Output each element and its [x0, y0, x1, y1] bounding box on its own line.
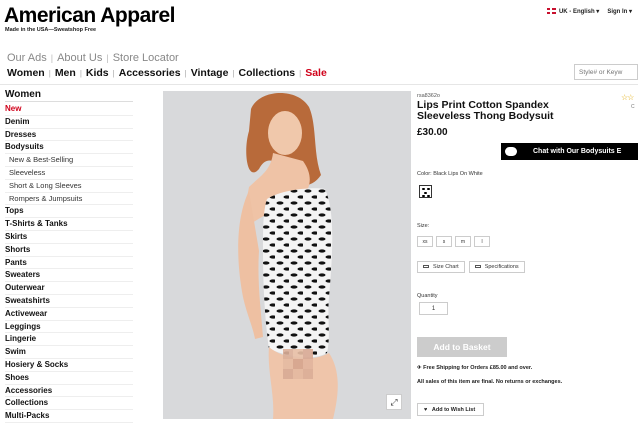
sidebar-item-skirts[interactable]: Skirts	[5, 231, 133, 244]
sidebar-item-short-long-sleeves[interactable]: Short & Long Sleeves	[5, 180, 133, 193]
ruler-icon	[423, 265, 429, 269]
size-label: Size:	[417, 223, 430, 229]
expand-image-icon[interactable]: ⤢	[386, 394, 402, 410]
sidebar-item-sleeveless[interactable]: Sleeveless	[5, 167, 133, 180]
nav-divider: |	[106, 53, 109, 63]
shipping-note: ✈ Free Shipping for Orders £85.00 and ov…	[417, 365, 533, 371]
final-sale-note: All sales of this item are final. No ret…	[417, 379, 563, 385]
shipping-text: Free Shipping for Orders £85.00 and over…	[423, 365, 533, 371]
sidebar-item-new[interactable]: New	[5, 103, 133, 116]
product-price: £30.00	[417, 127, 448, 138]
nav-divider: |	[79, 68, 82, 78]
sidebar-item-sweatshirts[interactable]: Sweatshirts	[5, 295, 133, 308]
color-swatch[interactable]	[419, 185, 432, 198]
sidebar-item-outerwear[interactable]: Outerwear	[5, 282, 133, 295]
sidebar-item-activewear[interactable]: Activewear	[5, 308, 133, 321]
specifications-label: Specifications	[484, 264, 519, 270]
sidebar-item-leggings[interactable]: Leggings	[5, 321, 133, 334]
size-l[interactable]: l	[474, 236, 490, 247]
sidebar-heading[interactable]: Women	[5, 89, 133, 102]
size-chart-link[interactable]: Size Chart	[417, 261, 465, 273]
sidebar-item-shoes[interactable]: Shoes	[5, 372, 133, 385]
top-utility-bar: UK - English ▾ Sign In ▾	[546, 8, 632, 15]
locale-selector[interactable]: UK - English ▾	[546, 8, 599, 15]
sidebar-item-bodysuits[interactable]: Bodysuits	[5, 141, 133, 155]
size-options: xs s m l	[417, 236, 490, 247]
main-nav: Women | Men | Kids | Accessories | Vintage | …	[7, 67, 327, 79]
nav-accessories[interactable]: Accessories	[119, 67, 181, 79]
sidebar-item-collections[interactable]: Collections	[5, 397, 133, 411]
locale-label: UK - English	[558, 9, 595, 15]
sidebar-item-swim[interactable]: Swim	[5, 346, 133, 359]
nav-women[interactable]: Women	[7, 67, 45, 79]
sidebar-item-rompers-jumpsuits[interactable]: Rompers & Jumpsuits	[5, 193, 133, 206]
wishlist-button[interactable]: ♥ Add to Wish List	[417, 403, 485, 416]
search-input[interactable]	[574, 64, 638, 80]
header-divider	[0, 84, 638, 85]
sidebar-item-t-shirts-tanks[interactable]: T-Shirts & Tanks	[5, 218, 133, 231]
add-to-basket-button[interactable]: Add to Basket	[417, 337, 507, 357]
size-chart-label: Size Chart	[433, 264, 459, 270]
censor-mosaic	[283, 349, 313, 379]
category-sidebar: Women New Denim Dresses Bodysuits New & Best…	[5, 89, 133, 423]
signin-label: Sign In	[607, 9, 628, 15]
secondary-nav: Our Ads | About Us | Store Locator	[7, 52, 179, 64]
product-info: rsa8362o Lips Print Cotton Spandex Sleev…	[417, 93, 638, 416]
wishlist-label: Add to Wish List	[431, 407, 476, 413]
nav-vintage[interactable]: Vintage	[191, 67, 229, 79]
quantity-label: Quantity	[417, 293, 438, 299]
signin-link[interactable]: Sign In ▾	[607, 8, 632, 15]
sidebar-item-hosiery-socks[interactable]: Hosiery & Socks	[5, 359, 133, 372]
nav-men[interactable]: Men	[55, 67, 76, 79]
ruler-icon	[474, 265, 481, 269]
nav-divider: |	[184, 68, 187, 78]
size-s[interactable]: s	[436, 236, 452, 247]
sidebar-item-shorts[interactable]: Shorts	[5, 244, 133, 257]
specifications-link[interactable]: Specifications	[468, 261, 525, 273]
brand-logo[interactable]: American Apparel	[4, 4, 175, 28]
size-m[interactable]: m	[455, 236, 471, 247]
product-image[interactable]: ⤢	[163, 91, 411, 419]
sidebar-item-accessories[interactable]: Accessories	[5, 385, 133, 398]
sidebar-item-sweaters[interactable]: Sweaters	[5, 269, 133, 283]
quantity-field[interactable]: 1	[419, 302, 448, 315]
sidebar-item-pants[interactable]: Pants	[5, 257, 133, 270]
size-links: Size Chart Specifications	[417, 261, 525, 273]
subnav-about-us[interactable]: About Us	[57, 52, 102, 64]
sidebar-item-multi-packs[interactable]: Multi-Packs	[5, 410, 133, 423]
nav-divider: |	[112, 68, 115, 78]
product-title: Lips Print Cotton Spandex Sleeveless Tho…	[417, 99, 554, 122]
nav-collections[interactable]: Collections	[239, 67, 296, 79]
chat-button[interactable]: Chat with Our Bodysuits E	[501, 143, 638, 160]
rating-stars[interactable]: ☆☆	[621, 93, 634, 102]
model-photo-illustration	[163, 91, 411, 419]
brand-tagline: Made in the USA—Sweatshop Free	[5, 27, 97, 33]
sidebar-item-new-best-selling[interactable]: New & Best-Selling	[5, 154, 133, 167]
nav-sale[interactable]: Sale	[305, 67, 327, 79]
nav-divider: |	[50, 53, 54, 63]
sidebar-item-lingerie[interactable]: Lingerie	[5, 333, 133, 347]
heart-icon: ♥	[424, 407, 428, 413]
size-xs[interactable]: xs	[417, 236, 433, 247]
subnav-our-ads[interactable]: Our Ads	[7, 52, 47, 64]
nav-kids[interactable]: Kids	[86, 67, 109, 79]
sidebar-item-dresses[interactable]: Dresses	[5, 129, 133, 142]
subnav-store-locator[interactable]: Store Locator	[113, 52, 179, 64]
nav-divider: |	[232, 68, 235, 78]
chat-label: Chat with Our Bodysuits E	[533, 148, 622, 155]
nav-divider: |	[48, 68, 51, 78]
sidebar-item-tops[interactable]: Tops	[5, 205, 133, 219]
sidebar-list: New Denim Dresses Bodysuits New & Best-Selli…	[5, 103, 133, 423]
sidebar-item-denim[interactable]: Denim	[5, 116, 133, 129]
uk-flag-icon	[546, 8, 556, 15]
rating-count: C	[631, 104, 635, 110]
color-label: Color: Black Lips On White	[417, 171, 483, 177]
chat-bubble-icon	[505, 147, 517, 156]
nav-divider: |	[299, 68, 302, 78]
